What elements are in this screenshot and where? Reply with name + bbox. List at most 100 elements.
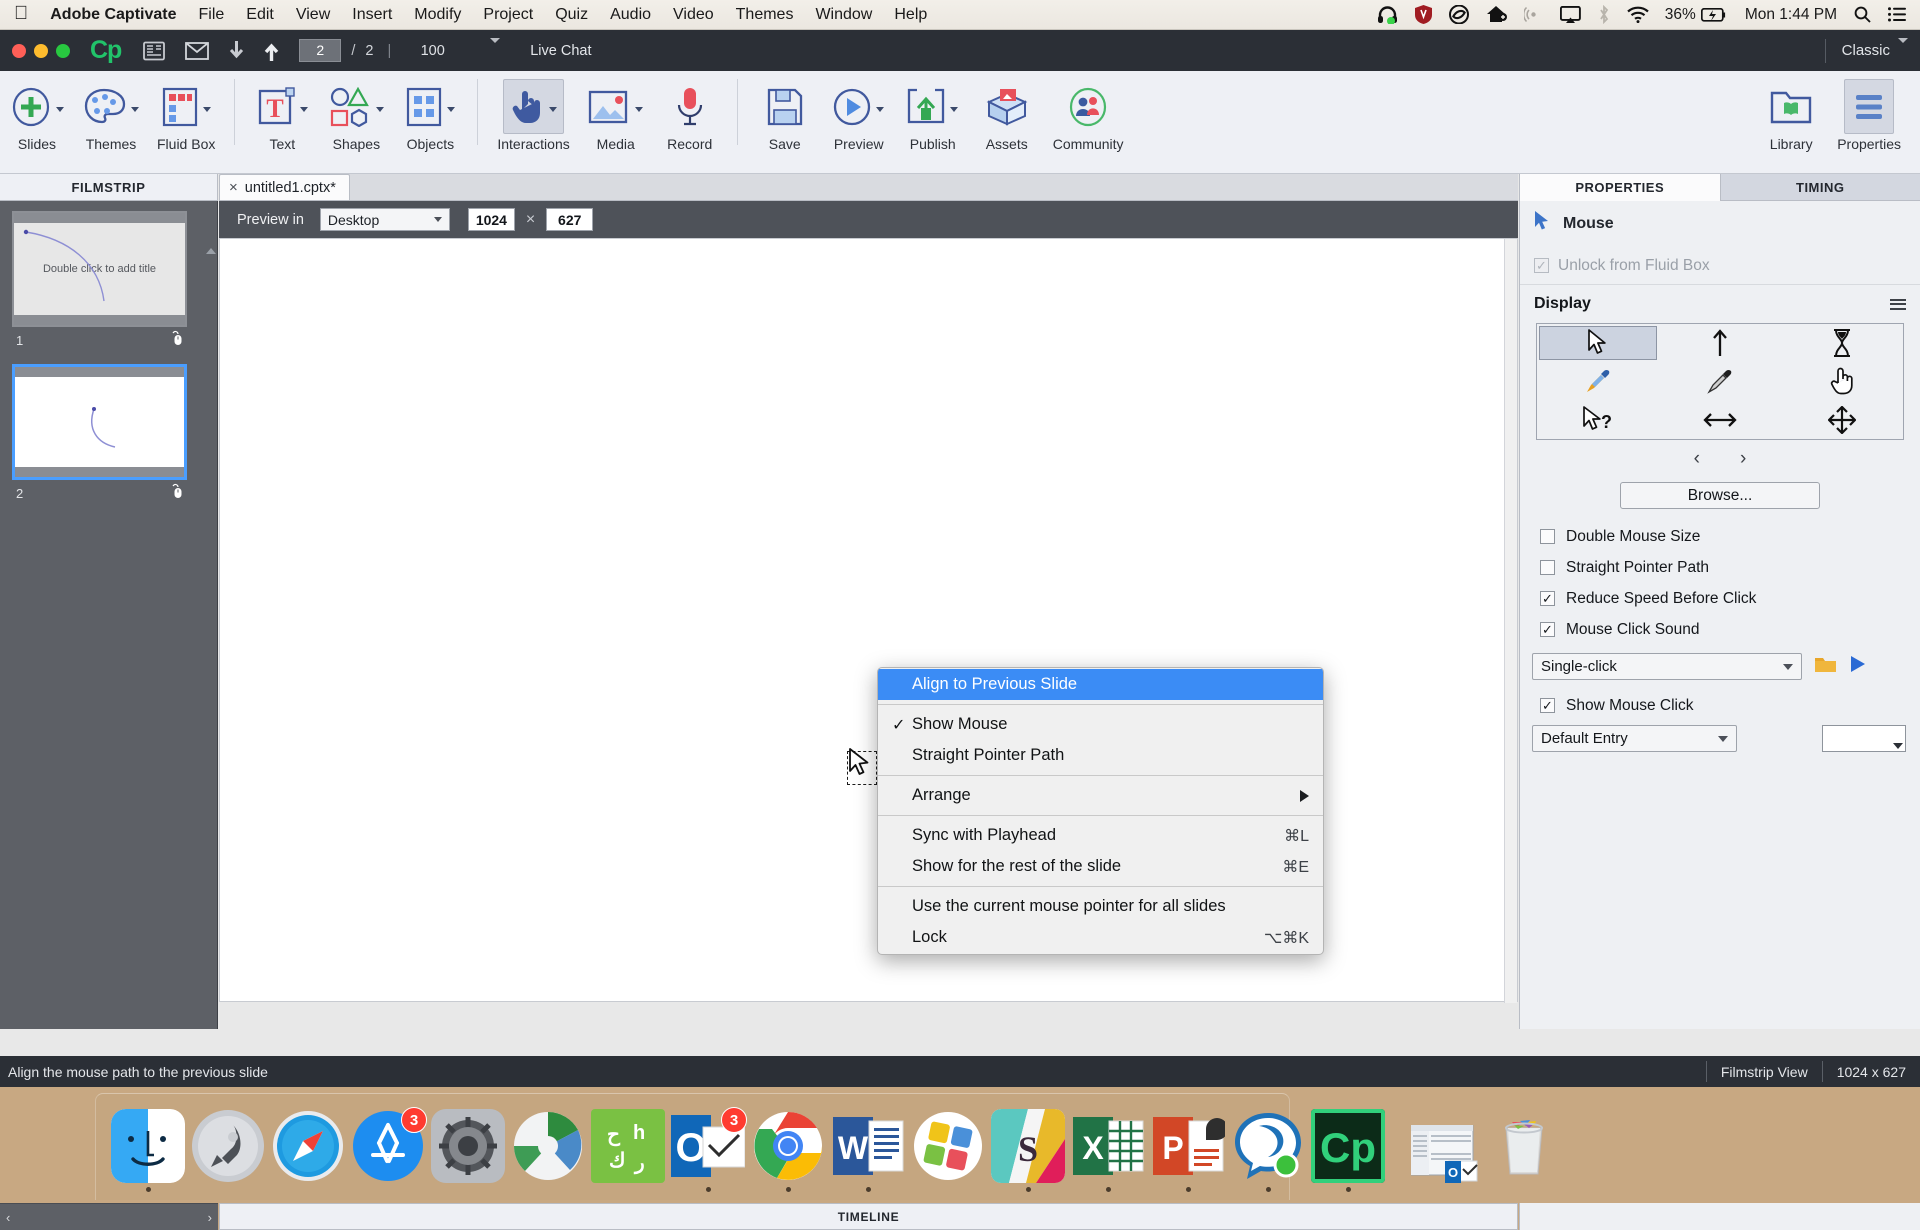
menu-app-name[interactable]: Adobe Captivate — [50, 6, 176, 24]
menu-view[interactable]: View — [296, 6, 330, 24]
click-color-swatch[interactable] — [1822, 725, 1906, 752]
unlock-fluid-box-row[interactable]: ✓ Unlock from Fluid Box — [1520, 247, 1920, 285]
menu-modify[interactable]: Modify — [414, 6, 461, 24]
dock-slot-safari[interactable] — [268, 1109, 348, 1192]
menu-quiz[interactable]: Quiz — [555, 6, 588, 24]
dock-slot-zoiper[interactable] — [1228, 1109, 1308, 1192]
checkbox-row-double-mouse-size[interactable]: Double Mouse Size — [1520, 521, 1920, 552]
dock-slot-microsoft-powerpoint[interactable]: P — [1148, 1109, 1228, 1192]
chevron-down-icon[interactable] — [876, 107, 884, 112]
pointer-option-arrow-cursor-icon[interactable] — [1539, 326, 1657, 360]
scroll-up-arrow-icon[interactable] — [206, 231, 216, 254]
status-view-mode[interactable]: Filmstrip View — [1706, 1061, 1822, 1082]
menu-edit[interactable]: Edit — [246, 6, 274, 24]
checkbox-row-reduce-speed-before-click[interactable]: ✓ Reduce Speed Before Click — [1520, 583, 1920, 614]
checkbox-row-show-mouse-click[interactable]: ✓ Show Mouse Click — [1520, 690, 1920, 721]
search-icon[interactable] — [1854, 6, 1871, 23]
chevron-left-icon[interactable]: ‹ — [1694, 448, 1700, 470]
pointer-option-eyedropper-blue-icon[interactable] — [1537, 362, 1659, 400]
ribbon-button-library[interactable]: Library — [1754, 79, 1828, 152]
system-preferences-icon[interactable] — [431, 1109, 505, 1183]
context-menu-item-show-mouse[interactable]: ✓ Show Mouse — [878, 709, 1323, 740]
pointer-option-help-cursor-icon[interactable]: ? — [1537, 401, 1659, 439]
timeline-scroll-left-icon[interactable]: ‹ — [6, 1210, 10, 1225]
timeline-scroll-right-icon[interactable]: › — [208, 1210, 212, 1225]
menu-window[interactable]: Window — [815, 6, 872, 24]
bluetooth-icon[interactable] — [1598, 5, 1610, 24]
menu-help[interactable]: Help — [894, 6, 927, 24]
ribbon-button-media[interactable]: Media — [579, 79, 653, 152]
pointer-option-pointing-hand-cursor-icon[interactable] — [1781, 362, 1903, 400]
app-store-icon[interactable]: 3 — [351, 1109, 425, 1183]
live-chat-button[interactable]: Live Chat — [530, 43, 591, 59]
preview-height-input[interactable]: 627 — [546, 208, 593, 231]
outlook-window-minimized-icon[interactable]: O — [1411, 1125, 1481, 1183]
filmstrip-scrollbar[interactable] — [206, 231, 215, 1026]
dock-slot-microsoft-word[interactable]: W — [828, 1109, 908, 1192]
checkbox-row-mouse-click-sound[interactable]: ✓ Mouse Click Sound — [1520, 614, 1920, 645]
wifi-icon[interactable] — [1627, 6, 1649, 23]
straight-pointer-path-checkbox[interactable] — [1540, 560, 1555, 575]
dock-slot-colorful-squares-app[interactable] — [908, 1109, 988, 1192]
dock-slot-beachball-app[interactable] — [508, 1109, 588, 1192]
ribbon-button-objects[interactable]: Objects — [393, 79, 467, 152]
pointer-option-hourglass-cursor-icon[interactable] — [1781, 324, 1903, 362]
ribbon-button-text[interactable]: T Text — [245, 79, 319, 152]
ribbon-button-fluid-box[interactable]: Fluid Box — [148, 79, 224, 152]
preview-width-input[interactable]: 1024 — [468, 208, 515, 231]
pointer-option-up-arrow-cursor-icon[interactable] — [1659, 324, 1781, 362]
menubar-clock[interactable]: Mon 1:44 PM — [1745, 6, 1837, 24]
dropbox-home-icon[interactable] — [1486, 5, 1507, 24]
workspace-dropdown-icon[interactable] — [1898, 43, 1908, 59]
context-menu-item-lock[interactable]: Lock ⌥⌘K — [878, 922, 1323, 953]
menu-themes[interactable]: Themes — [736, 6, 794, 24]
filmstrip-panel[interactable]: Double click to add title 1 — [0, 201, 218, 1029]
trash-icon[interactable] — [1487, 1109, 1561, 1183]
launchpad-icon[interactable] — [191, 1109, 265, 1183]
dock-slot-slack[interactable]: S — [988, 1109, 1068, 1192]
zoiper-icon[interactable] — [1231, 1109, 1305, 1183]
battery-charging-icon[interactable] — [1701, 8, 1727, 22]
dock-slot-adobe-captivate[interactable]: Cp — [1308, 1109, 1388, 1192]
zoom-dropdown-icon[interactable] — [490, 43, 500, 59]
ribbon-button-themes[interactable]: Themes — [74, 79, 148, 152]
preview-device-select[interactable]: Desktop — [320, 208, 450, 231]
chevron-down-icon[interactable] — [950, 107, 958, 112]
double-mouse-size-checkbox[interactable] — [1540, 529, 1555, 544]
airplay-icon[interactable] — [1560, 6, 1581, 24]
dock-slot-google-chrome[interactable] — [748, 1109, 828, 1192]
panel-menu-icon[interactable] — [1890, 299, 1906, 310]
dock-slot-finder[interactable] — [108, 1109, 188, 1192]
safari-icon[interactable] — [271, 1109, 345, 1183]
window-zoom-button[interactable] — [56, 44, 70, 58]
green-app-icon[interactable]: حhكر — [591, 1109, 665, 1183]
dock-slot-launchpad[interactable] — [188, 1109, 268, 1192]
ribbon-button-record[interactable]: Record — [653, 79, 727, 152]
google-chrome-icon[interactable] — [751, 1109, 825, 1183]
timeline-panel-header[interactable]: TIMELINE — [219, 1203, 1518, 1230]
window-minimize-button[interactable] — [34, 44, 48, 58]
chevron-down-icon[interactable] — [376, 107, 384, 112]
beachball-app-icon[interactable] — [511, 1109, 585, 1183]
menu-file[interactable]: File — [199, 6, 225, 24]
context-menu-item-straight-pointer-path[interactable]: Straight Pointer Path — [878, 740, 1323, 771]
mouse-pointer-grid[interactable]: ? — [1536, 323, 1904, 440]
creative-cloud-icon[interactable] — [1449, 5, 1469, 24]
ribbon-button-properties[interactable]: Properties — [1828, 79, 1910, 152]
ribbon-button-community[interactable]: Community — [1044, 79, 1133, 152]
menu-video[interactable]: Video — [673, 6, 714, 24]
click-effect-select[interactable]: Default Entry — [1532, 725, 1737, 752]
email-icon[interactable] — [185, 42, 209, 60]
menu-project[interactable]: Project — [483, 6, 533, 24]
shield-icon[interactable] — [1415, 5, 1432, 24]
click-sound-select[interactable]: Single-click — [1532, 653, 1802, 680]
context-menu-item-arrange[interactable]: Arrange — [878, 780, 1323, 811]
chevron-down-icon[interactable] — [300, 107, 308, 112]
pointer-option-resize-horizontal-cursor-icon[interactable] — [1659, 401, 1781, 439]
ribbon-button-assets[interactable]: Assets — [970, 79, 1044, 152]
context-menu-item-sync-with-playhead[interactable]: Sync with Playhead ⌘L — [878, 820, 1323, 851]
canvas-vertical-scrollbar[interactable] — [1504, 239, 1517, 1003]
chevron-down-icon[interactable] — [447, 107, 455, 112]
menu-insert[interactable]: Insert — [352, 6, 392, 24]
play-triangle-icon[interactable] — [1849, 655, 1866, 678]
